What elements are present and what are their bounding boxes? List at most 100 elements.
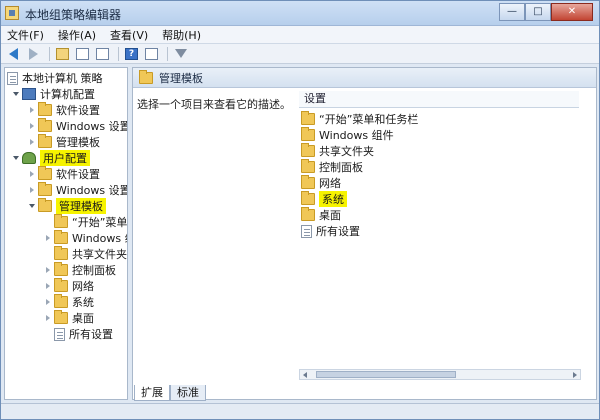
- tree-item-control-panel[interactable]: 控制面板: [43, 262, 116, 278]
- tree-pane[interactable]: 本地计算机 策略 计算机配置 软件设置 Windows 设置 管理模板 用户配置: [4, 67, 128, 400]
- tree-item-computer-software[interactable]: 软件设置: [27, 102, 100, 118]
- expand-toggle[interactable]: [43, 294, 52, 310]
- tree-item-label: 管理模板: [56, 198, 106, 214]
- computer-icon: [22, 88, 36, 100]
- list-item[interactable]: 网络: [301, 175, 341, 191]
- chevron-right-icon: [29, 139, 34, 145]
- policy-icon: [7, 71, 18, 85]
- expand-toggle[interactable]: [43, 278, 52, 294]
- details-title: 管理模板: [159, 71, 203, 85]
- tree-item-shared-folders[interactable]: 共享文件夹: [43, 246, 127, 262]
- tree-item-computer-admin[interactable]: 管理模板: [27, 134, 100, 150]
- chevron-right-icon: [45, 299, 50, 305]
- export-list-button[interactable]: [94, 46, 111, 62]
- chevron-right-icon: [29, 123, 34, 129]
- tree-item-user-software[interactable]: 软件设置: [27, 166, 100, 182]
- filter-icon: [174, 49, 187, 58]
- menu-view[interactable]: 查看(V): [110, 27, 148, 43]
- tree-item-all-settings[interactable]: 所有设置: [43, 326, 113, 342]
- filter-button[interactable]: [172, 46, 189, 62]
- list-item[interactable]: 桌面: [301, 207, 341, 223]
- list-item-label: Windows 组件: [319, 129, 394, 142]
- properties-button[interactable]: [143, 46, 160, 62]
- tree-item-computer-config[interactable]: 计算机配置: [11, 86, 95, 102]
- list-item[interactable]: “开始”菜单和任务栏: [301, 111, 418, 127]
- expand-toggle[interactable]: [43, 230, 52, 246]
- expand-toggle[interactable]: [11, 150, 20, 166]
- show-hide-tree-button[interactable]: [74, 46, 91, 62]
- folder-icon: [301, 175, 315, 189]
- list-item[interactable]: 所有设置: [301, 223, 360, 239]
- toolbar: ?: [1, 44, 599, 64]
- up-folder-button[interactable]: [54, 46, 71, 62]
- tree-item-network[interactable]: 网络: [43, 278, 94, 294]
- list-item[interactable]: 系统: [301, 191, 347, 207]
- tree-item-windows-components[interactable]: Windows 组件: [43, 230, 127, 246]
- folder-icon: [301, 159, 315, 173]
- expand-toggle[interactable]: [43, 262, 52, 278]
- tree-item-user-config[interactable]: 用户配置: [11, 150, 90, 166]
- expand-toggle[interactable]: [43, 310, 52, 326]
- forward-button[interactable]: [25, 46, 42, 62]
- tree-item-system[interactable]: 系统: [43, 294, 94, 310]
- expand-toggle: [43, 214, 52, 230]
- folder-icon: [301, 207, 315, 221]
- menu-file[interactable]: 文件(F): [7, 27, 44, 43]
- tree-item-local-policy[interactable]: 本地计算机 策略: [7, 70, 103, 86]
- expand-toggle[interactable]: [27, 166, 36, 182]
- expand-toggle[interactable]: [11, 86, 20, 102]
- menu-help[interactable]: 帮助(H): [162, 27, 201, 43]
- status-bar: [1, 403, 599, 419]
- folder-icon: [54, 214, 68, 228]
- tree-item-label: 计算机配置: [40, 88, 95, 101]
- tab-extended[interactable]: 扩展: [134, 385, 170, 401]
- group-policy-editor-window: 本地组策略编辑器 — □ ✕ 文件(F) 操作(A) 查看(V) 帮助(H) ?…: [0, 0, 600, 420]
- scroll-thumb[interactable]: [316, 371, 456, 378]
- folder-icon: [301, 143, 315, 157]
- list-item[interactable]: 共享文件夹: [301, 143, 374, 159]
- chevron-right-icon: [29, 187, 34, 193]
- tree-item-user-windows[interactable]: Windows 设置: [27, 182, 127, 198]
- folder-icon: [38, 118, 52, 132]
- tree-item-start-menu[interactable]: “开始”菜单: [43, 214, 127, 230]
- expand-toggle: [43, 326, 52, 342]
- tree-item-label: Windows 组件: [72, 232, 127, 245]
- scroll-left-icon[interactable]: [303, 372, 307, 378]
- column-header-setting[interactable]: 设置: [299, 91, 579, 108]
- expand-toggle[interactable]: [27, 198, 36, 214]
- list-item-label: 控制面板: [319, 161, 363, 174]
- menu-action[interactable]: 操作(A): [58, 27, 96, 43]
- chevron-right-icon: [45, 267, 50, 273]
- horizontal-scrollbar[interactable]: [299, 369, 581, 380]
- chevron-right-icon: [45, 235, 50, 241]
- folder-icon: [54, 278, 68, 292]
- expand-toggle[interactable]: [27, 134, 36, 150]
- folder-icon: [301, 191, 315, 205]
- back-button[interactable]: [5, 46, 22, 62]
- list-item[interactable]: 控制面板: [301, 159, 363, 175]
- list-item-label: 网络: [319, 177, 341, 190]
- chevron-right-icon: [29, 107, 34, 113]
- expand-toggle[interactable]: [27, 182, 36, 198]
- folder-icon: [139, 69, 153, 84]
- help-button[interactable]: ?: [123, 46, 140, 62]
- folder-icon: [54, 246, 68, 260]
- chevron-right-icon: [29, 171, 34, 177]
- tree-item-label: 系统: [72, 296, 94, 309]
- tree-item-desktop[interactable]: 桌面: [43, 310, 94, 326]
- scroll-right-icon[interactable]: [573, 372, 577, 378]
- expand-toggle[interactable]: [27, 118, 36, 134]
- tree-item-label: 桌面: [72, 312, 94, 325]
- minimize-button[interactable]: —: [499, 3, 525, 21]
- maximize-button[interactable]: □: [525, 3, 551, 21]
- tree-item-user-admin[interactable]: 管理模板: [27, 198, 106, 214]
- close-button[interactable]: ✕: [551, 3, 593, 21]
- list-item-label: 系统: [319, 191, 347, 207]
- tree-item-computer-windows[interactable]: Windows 设置: [27, 118, 127, 134]
- list-item[interactable]: Windows 组件: [301, 127, 394, 143]
- expand-toggle[interactable]: [27, 102, 36, 118]
- tab-standard[interactable]: 标准: [170, 385, 206, 401]
- tree-item-label: 用户配置: [40, 150, 90, 166]
- tree-item-label: 共享文件夹: [72, 248, 127, 261]
- folder-icon: [54, 294, 68, 308]
